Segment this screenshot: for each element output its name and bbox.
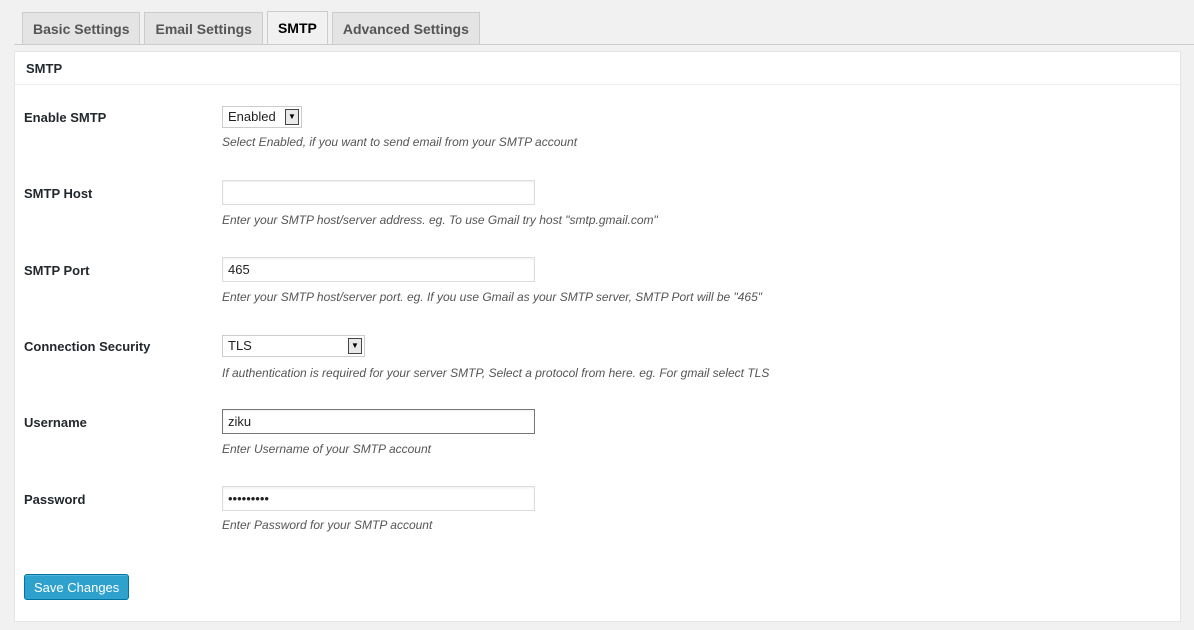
username-description: Enter Username of your SMTP account [222, 442, 431, 456]
connection-security-select[interactable]: TLS ▼ [222, 335, 365, 357]
smtp-host-description: Enter your SMTP host/server address. eg.… [222, 213, 658, 227]
username-input[interactable] [222, 409, 535, 434]
smtp-settings-panel: SMTP Enable SMTP Enabled ▼ Select Enable… [14, 51, 1181, 622]
settings-tabs: Basic Settings Email Settings SMTP Advan… [22, 11, 480, 44]
enable-smtp-select[interactable]: Enabled ▼ [222, 106, 302, 128]
tab-email-settings[interactable]: Email Settings [144, 12, 263, 44]
smtp-port-description: Enter your SMTP host/server port. eg. If… [222, 290, 763, 304]
save-changes-button[interactable]: Save Changes [24, 574, 130, 600]
tab-smtp[interactable]: SMTP [266, 11, 328, 44]
smtp-port-input[interactable] [222, 257, 535, 282]
chevron-down-icon[interactable]: ▼ [348, 338, 362, 354]
tabs-divider [14, 44, 1194, 45]
enable-smtp-description: Select Enabled, if you want to send emai… [222, 135, 578, 149]
chevron-down-icon[interactable]: ▼ [285, 109, 299, 125]
enable-smtp-selected-value: Enabled [228, 109, 276, 124]
connection-security-selected-value: TLS [228, 338, 252, 353]
tab-basic-settings[interactable]: Basic Settings [22, 12, 141, 44]
password-description: Enter Password for your SMTP account [222, 518, 433, 532]
smtp-port-label: SMTP Port [24, 263, 90, 278]
panel-title: SMTP [15, 52, 1180, 85]
connection-security-label: Connection Security [24, 339, 151, 354]
connection-security-description: If authentication is required for your s… [222, 366, 770, 380]
password-input[interactable] [222, 486, 535, 511]
smtp-host-label: SMTP Host [24, 186, 93, 201]
password-label: Password [24, 492, 86, 507]
enable-smtp-label: Enable SMTP [24, 110, 107, 125]
username-label: Username [24, 415, 87, 430]
tab-advanced-settings[interactable]: Advanced Settings [331, 12, 480, 44]
smtp-host-input[interactable] [222, 180, 535, 205]
